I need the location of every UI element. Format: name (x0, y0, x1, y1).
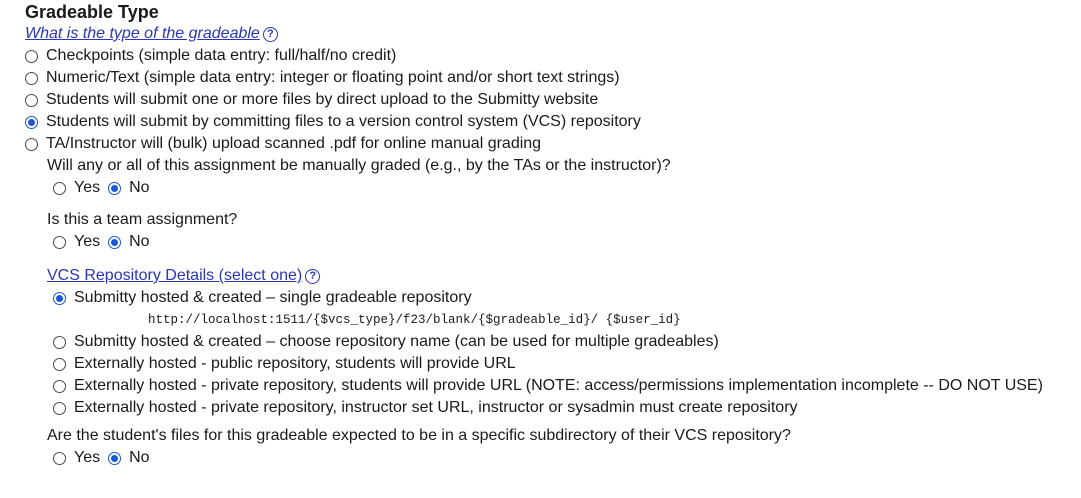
question-circle-icon[interactable]: ? (262, 26, 278, 42)
team-assignment-yes-radio[interactable] (53, 235, 66, 249)
vcs-options: Submitty hosted & created – single grade… (47, 287, 1075, 419)
gradeable-type-help-link[interactable]: What is the type of the gradeable (25, 23, 260, 45)
no-label: No (129, 179, 150, 196)
team-assignment-no-radio[interactable] (108, 235, 122, 249)
section-title: Gradeable Type (25, 2, 159, 22)
option-label: Submitty hosted & created – choose repos… (74, 333, 719, 350)
gradeable-type-section: Gradeable Type What is the type of the g… (25, 0, 1075, 469)
vcs-repo-url: http://localhost:1511/{$vcs_type}/f23/bl… (148, 313, 681, 327)
vcs-option-submitty-choose[interactable]: Submitty hosted & created – choose repos… (53, 331, 1075, 353)
team-assignment-choices: Yes No (47, 231, 1075, 253)
radio-button[interactable] (25, 137, 38, 151)
option-label: Externally hosted - private repository, … (74, 399, 798, 416)
subdirectory-question: Are the student's files for this gradeab… (47, 427, 791, 444)
manual-grading-group: Will any or all of this assignment be ma… (25, 155, 1075, 199)
yes-label: Yes (74, 233, 101, 250)
type-help-row: What is the type of the gradeable ? (25, 23, 1075, 45)
vcs-option-external-public[interactable]: Externally hosted - public repository, s… (53, 353, 1075, 375)
yes-label: Yes (74, 449, 101, 466)
team-assignment-question: Is this a team assignment? (47, 211, 238, 228)
vcs-help-row: VCS Repository Details (select one) ? (47, 265, 1075, 287)
option-label: Numeric/Text (simple data entry: integer… (46, 69, 620, 86)
radio-button[interactable] (53, 357, 66, 371)
gradeable-type-option-pdf[interactable]: TA/Instructor will (bulk) upload scanned… (25, 133, 1075, 155)
yes-label: Yes (74, 179, 101, 196)
option-label: TA/Instructor will (bulk) upload scanned… (46, 135, 542, 152)
radio-button[interactable] (53, 291, 66, 305)
manual-grading-question: Will any or all of this assignment be ma… (47, 157, 671, 174)
no-label: No (129, 449, 150, 466)
question-circle-icon[interactable]: ? (305, 268, 321, 284)
subdirectory-choices: Yes No (47, 447, 1075, 469)
vcs-option-external-private-student[interactable]: Externally hosted - private repository, … (53, 375, 1075, 397)
manual-grading-no-radio[interactable] (108, 181, 122, 195)
manual-grading-yes-radio[interactable] (53, 181, 66, 195)
gradeable-type-option-checkpoints[interactable]: Checkpoints (simple data entry: full/hal… (25, 45, 1075, 67)
radio-button[interactable] (53, 401, 66, 415)
option-label: Students will submit by committing files… (46, 113, 641, 130)
option-label: Externally hosted - public repository, s… (74, 355, 516, 372)
option-label: Externally hosted - private repository, … (74, 377, 1043, 394)
option-label: Submitty hosted & created – single grade… (74, 289, 472, 306)
manual-grading-choices: Yes No (47, 177, 1075, 199)
vcs-option-submitty-single[interactable]: Submitty hosted & created – single grade… (53, 287, 1075, 309)
subdirectory-no-radio[interactable] (108, 451, 122, 465)
gradeable-type-option-vcs[interactable]: Students will submit by committing files… (25, 111, 1075, 133)
vcs-details-group: VCS Repository Details (select one) ? Su… (25, 265, 1075, 469)
vcs-option-external-private-instructor[interactable]: Externally hosted - private repository, … (53, 397, 1075, 419)
option-label: Checkpoints (simple data entry: full/hal… (46, 47, 397, 64)
radio-button[interactable] (25, 49, 38, 63)
gradeable-type-option-numeric[interactable]: Numeric/Text (simple data entry: integer… (25, 67, 1075, 89)
no-label: No (129, 233, 150, 250)
radio-button[interactable] (25, 93, 38, 107)
gradeable-type-option-upload[interactable]: Students will submit one or more files b… (25, 89, 1075, 111)
radio-button[interactable] (25, 71, 38, 85)
vcs-details-link[interactable]: VCS Repository Details (select one) (47, 265, 302, 287)
option-label: Students will submit one or more files b… (46, 91, 599, 108)
team-assignment-group: Is this a team assignment? Yes No (25, 209, 1075, 253)
gradeable-type-options: Checkpoints (simple data entry: full/hal… (25, 45, 1075, 155)
subdirectory-yes-radio[interactable] (53, 451, 66, 465)
radio-button[interactable] (25, 115, 38, 129)
radio-button[interactable] (53, 335, 66, 349)
radio-button[interactable] (53, 379, 66, 393)
